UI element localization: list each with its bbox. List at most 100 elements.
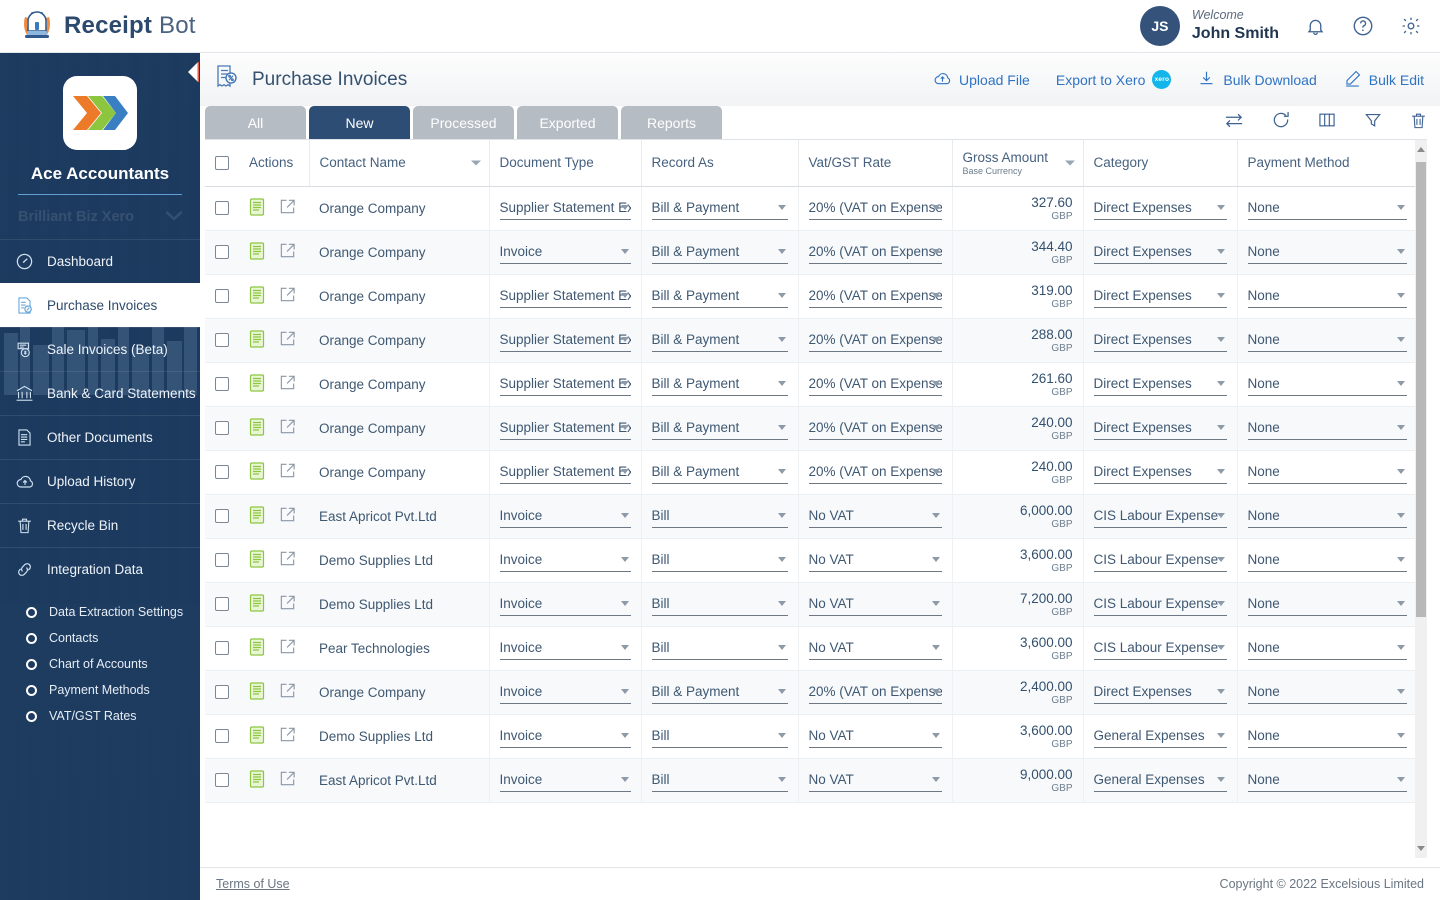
open-external-icon[interactable] [279,594,296,614]
category-select[interactable]: CIS Labour Expense [1093,504,1227,528]
row-checkbox[interactable] [215,465,229,479]
vat-gst-rate-select[interactable]: No VAT [808,548,942,572]
scroll-down-icon[interactable] [1417,846,1425,851]
payment-method-select[interactable]: None [1247,284,1407,308]
tab-processed[interactable]: Processed [413,106,514,139]
table-row[interactable]: Orange Company Supplier Statement Ex Bill … [205,318,1418,363]
sidebar-item-recycle-bin[interactable]: Recycle Bin [0,503,200,547]
document-type-select[interactable]: Invoice [499,504,631,528]
record-as-select[interactable]: Bill & Payment [651,328,788,352]
open-external-icon[interactable] [279,198,296,218]
open-external-icon[interactable] [279,374,296,394]
record-as-select[interactable]: Bill & Payment [651,240,788,264]
document-type-select[interactable]: Invoice [499,592,631,616]
open-external-icon[interactable] [279,242,296,262]
record-as-select[interactable]: Bill [651,636,788,660]
payment-method-select[interactable]: None [1247,768,1407,792]
document-type-select[interactable]: Invoice [499,548,631,572]
sidebar-item-dashboard[interactable]: Dashboard [0,239,200,283]
category-select[interactable]: CIS Labour Expense [1093,592,1227,616]
tab-all[interactable]: All [205,106,306,139]
row-checkbox[interactable] [215,641,229,655]
terms-of-use-link[interactable]: Terms of Use [216,877,290,891]
document-green-icon[interactable] [249,241,265,263]
vat-gst-rate-select[interactable]: No VAT [808,504,942,528]
vat-gst-rate-select[interactable]: 20% (VAT on Expense [808,328,942,352]
document-green-icon[interactable] [249,725,265,747]
document-green-icon[interactable] [249,681,265,703]
row-checkbox[interactable] [215,245,229,259]
vat-gst-rate-select[interactable]: No VAT [808,724,942,748]
document-type-select[interactable]: Invoice [499,680,631,704]
filter-icon[interactable] [1363,110,1383,130]
brand[interactable]: Receipt Bot [20,9,196,43]
payment-method-select[interactable]: None [1247,592,1407,616]
payment-method-select[interactable]: None [1247,328,1407,352]
category-select[interactable]: Direct Expenses [1093,284,1227,308]
table-row[interactable]: Demo Supplies Ltd Invoice Bill No VAT 3,600.… [205,714,1418,759]
record-as-select[interactable]: Bill [651,724,788,748]
open-external-icon[interactable] [279,682,296,702]
row-checkbox[interactable] [215,553,229,567]
column-header-vat-gst-rate[interactable]: Vat/GST Rate [798,140,953,187]
sidebar-subitem-chart-of-accounts[interactable]: Chart of Accounts [0,651,200,677]
table-row[interactable]: Orange Company Invoice Bill & Payment 20% (… [205,230,1418,275]
vat-gst-rate-select[interactable]: 20% (VAT on Expense [808,240,942,264]
document-green-icon[interactable] [249,285,265,307]
row-checkbox[interactable] [215,333,229,347]
refresh-icon[interactable] [1271,110,1291,130]
record-as-select[interactable]: Bill & Payment [651,372,788,396]
table-row[interactable]: Orange Company Supplier Statement Ex Bill … [205,186,1418,231]
open-external-icon[interactable] [279,770,296,790]
category-select[interactable]: General Expenses [1093,724,1227,748]
record-as-select[interactable]: Bill & Payment [651,416,788,440]
sidebar-item-upload-history[interactable]: Upload History [0,459,200,503]
vat-gst-rate-select[interactable]: 20% (VAT on Expense [808,196,942,220]
upload-file-button[interactable]: Upload File [933,69,1030,91]
vat-gst-rate-select[interactable]: 20% (VAT on Expense [808,416,942,440]
row-checkbox[interactable] [215,421,229,435]
avatar[interactable]: JS [1139,6,1180,46]
vat-gst-rate-select[interactable]: No VAT [808,768,942,792]
table-row[interactable]: Orange Company Supplier Statement Ex Bill … [205,274,1418,319]
category-select[interactable]: Direct Expenses [1093,328,1227,352]
payment-method-select[interactable]: None [1247,548,1407,572]
document-type-select[interactable]: Supplier Statement Ex [499,284,631,308]
record-as-select[interactable]: Bill & Payment [651,460,788,484]
payment-method-select[interactable]: None [1247,460,1407,484]
sort-caret-icon[interactable] [1064,160,1075,166]
row-checkbox[interactable] [215,773,229,787]
scroll-up-icon[interactable] [1417,147,1425,152]
payment-method-select[interactable]: None [1247,196,1407,220]
table-row[interactable]: Orange Company Supplier Statement Ex Bill … [205,450,1418,495]
record-as-select[interactable]: Bill & Payment [651,680,788,704]
column-header-payment-method[interactable]: Payment Method [1237,140,1417,187]
table-vertical-scrollbar[interactable] [1415,140,1427,858]
category-select[interactable]: Direct Expenses [1093,416,1227,440]
document-type-select[interactable]: Supplier Statement Ex [499,460,631,484]
payment-method-select[interactable]: None [1247,504,1407,528]
record-as-select[interactable]: Bill & Payment [651,284,788,308]
record-as-select[interactable]: Bill [651,592,788,616]
table-row[interactable]: Orange Company Supplier Statement Ex Bill … [205,406,1418,451]
category-select[interactable]: General Expenses [1093,768,1227,792]
document-green-icon[interactable] [249,373,265,395]
vat-gst-rate-select[interactable]: No VAT [808,636,942,660]
document-type-select[interactable]: Supplier Statement Ex [499,196,631,220]
payment-method-select[interactable]: None [1247,372,1407,396]
category-select[interactable]: Direct Expenses [1093,372,1227,396]
document-green-icon[interactable] [249,549,265,571]
table-row[interactable]: Orange Company Invoice Bill & Payment 20% (… [205,670,1418,715]
payment-method-select[interactable]: None [1247,636,1407,660]
row-checkbox[interactable] [215,729,229,743]
org-switcher[interactable]: Brilliant Biz Xero [0,195,200,239]
vat-gst-rate-select[interactable]: 20% (VAT on Expense [808,460,942,484]
payment-method-select[interactable]: None [1247,240,1407,264]
category-select[interactable]: CIS Labour Expense [1093,548,1227,572]
document-green-icon[interactable] [249,769,265,791]
category-select[interactable]: Direct Expenses [1093,196,1227,220]
swap-arrows-icon[interactable] [1223,111,1245,129]
document-green-icon[interactable] [249,637,265,659]
record-as-select[interactable]: Bill [651,548,788,572]
tab-new[interactable]: New [309,106,410,139]
